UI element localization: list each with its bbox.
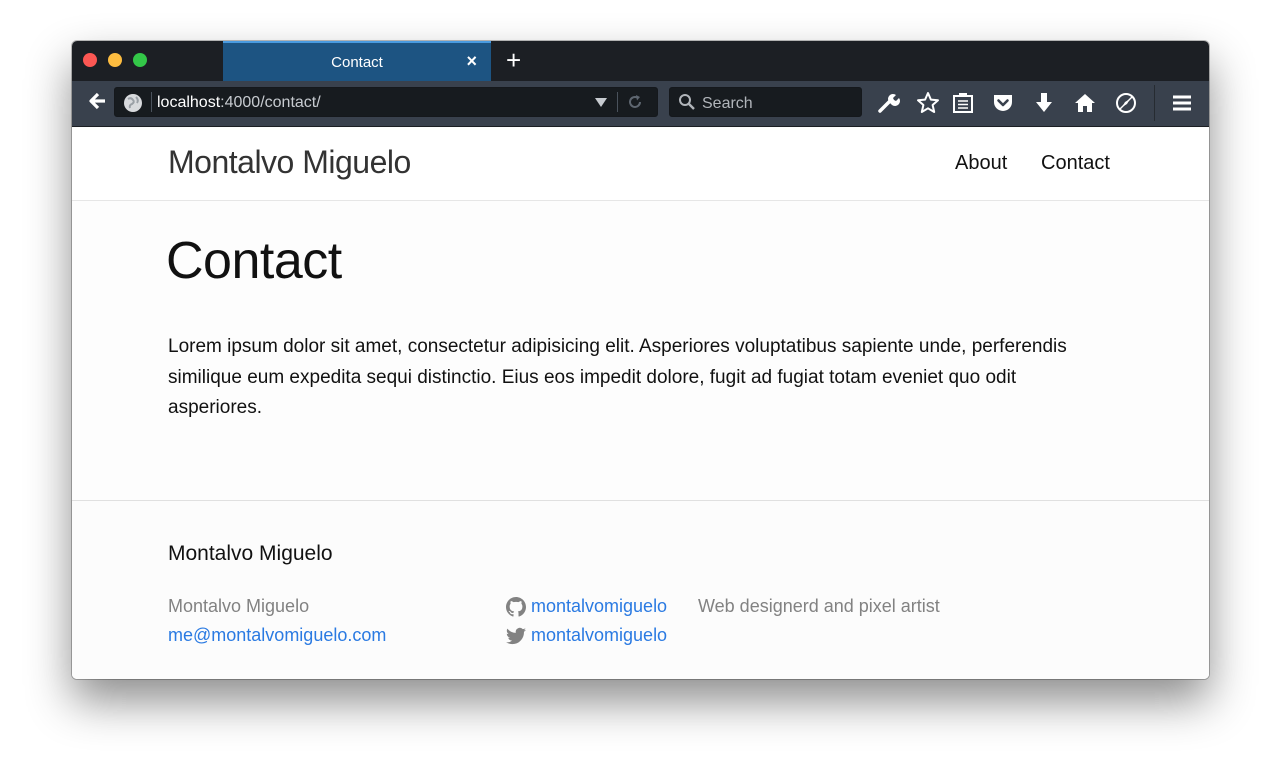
- back-button[interactable]: [84, 88, 112, 114]
- minimize-window-button[interactable]: [108, 53, 122, 67]
- menu-icon[interactable]: [1170, 91, 1194, 115]
- tab-title: Contact: [331, 54, 383, 71]
- pocket-icon[interactable]: [991, 91, 1015, 115]
- close-window-button[interactable]: [83, 53, 97, 67]
- url-bar[interactable]: localhost:4000/contact/: [114, 87, 658, 117]
- search-placeholder: Search: [702, 95, 753, 112]
- nav-link-contact[interactable]: Contact: [1041, 152, 1110, 175]
- arrow-left-icon: [89, 92, 105, 110]
- wrench-icon[interactable]: [876, 91, 900, 115]
- tab-contact[interactable]: Contact ×: [223, 41, 491, 81]
- globe-icon: [124, 94, 142, 112]
- reload-icon[interactable]: [627, 94, 643, 110]
- dropdown-arrow-icon[interactable]: [594, 95, 608, 109]
- web-page: Montalvo Miguelo About Contact Contact L…: [72, 128, 1209, 679]
- zoom-window-button[interactable]: [133, 53, 147, 67]
- browser-window: Contact × + localhost:4000/contact/ Sear…: [72, 41, 1209, 679]
- url-host: localhost: [157, 94, 221, 111]
- github-icon: [506, 596, 526, 617]
- compass-icon[interactable]: [1114, 91, 1138, 115]
- site-footer: Montalvo Miguelo Montalvo Miguelo me@mon…: [72, 500, 1209, 679]
- nav-link-about[interactable]: About: [955, 152, 1007, 175]
- footer-email-link[interactable]: me@montalvomiguelo.com: [168, 625, 386, 646]
- toolbar-divider: [1154, 85, 1155, 121]
- footer-name: Montalvo Miguelo: [168, 596, 310, 616]
- footer-description: Web designerd and pixel artist: [698, 596, 940, 616]
- twitter-icon: [506, 627, 526, 644]
- page-title: Contact: [166, 232, 342, 290]
- reader-icon[interactable]: [951, 91, 975, 115]
- navigation-toolbar: localhost:4000/contact/ Search: [72, 81, 1209, 127]
- footer-heading: Montalvo Miguelo: [168, 542, 333, 565]
- url-divider: [151, 92, 152, 112]
- site-header: Montalvo Miguelo About Contact: [72, 128, 1209, 201]
- star-icon[interactable]: [916, 91, 940, 115]
- github-link[interactable]: montalvomiguelo: [506, 596, 667, 617]
- tab-strip: Contact × +: [72, 41, 1209, 81]
- page-body-text: Lorem ipsum dolor sit amet, consectetur …: [168, 336, 1067, 418]
- url-divider-2: [617, 92, 618, 112]
- url-path: :4000/contact/: [220, 94, 321, 111]
- twitter-link[interactable]: montalvomiguelo: [506, 625, 667, 646]
- site-title-link[interactable]: Montalvo Miguelo: [168, 144, 411, 181]
- tab-close-icon[interactable]: ×: [466, 51, 477, 71]
- new-tab-button[interactable]: +: [506, 45, 521, 75]
- home-icon[interactable]: [1073, 91, 1097, 115]
- twitter-username: montalvomiguelo: [531, 625, 668, 645]
- search-bar[interactable]: Search: [669, 87, 862, 117]
- search-icon: [679, 94, 695, 110]
- url-text[interactable]: localhost:4000/contact/: [157, 94, 321, 112]
- download-icon[interactable]: [1032, 91, 1056, 115]
- github-username: montalvomiguelo: [531, 596, 668, 616]
